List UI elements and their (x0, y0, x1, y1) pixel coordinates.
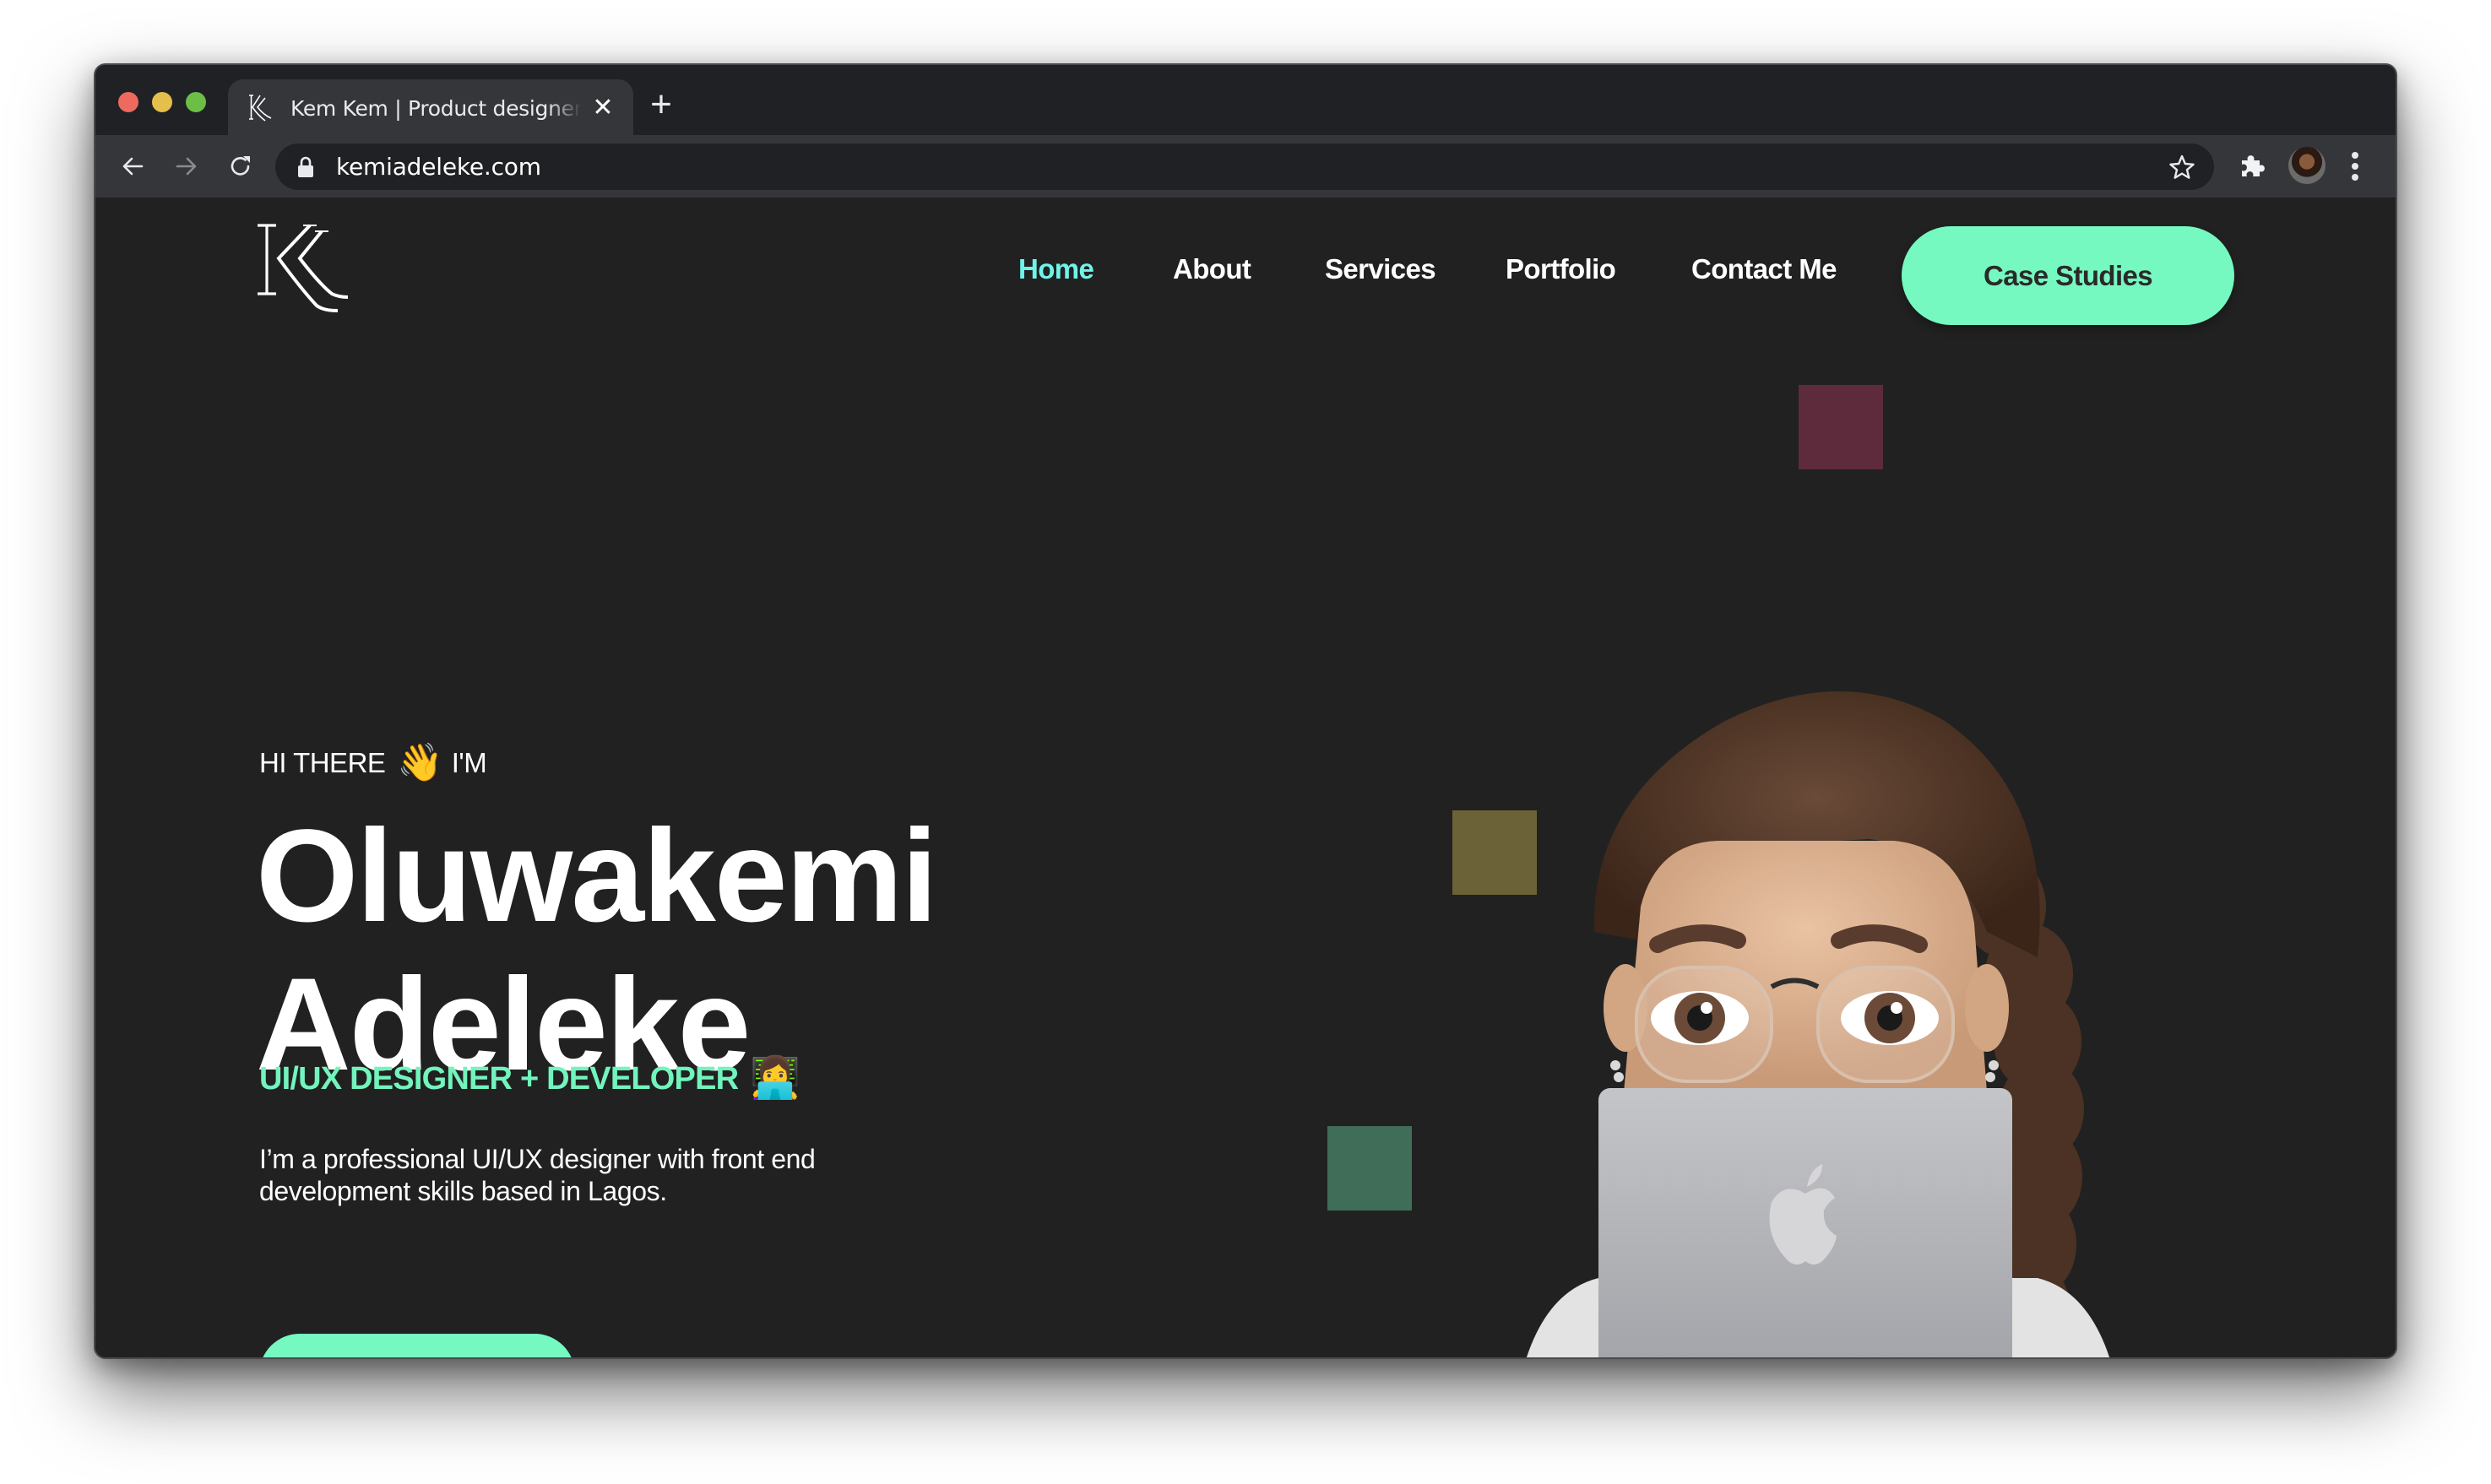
lock-icon (298, 156, 313, 177)
kk-logo-icon (249, 95, 272, 122)
extensions-puzzle-icon[interactable] (2237, 150, 2267, 181)
nav-link-contact[interactable]: Contact Me (1691, 253, 1837, 285)
hero-greeting: HI THERE 👋 I'M (259, 742, 487, 783)
address-bar[interactable]: kemiadeleke.com (275, 144, 2214, 190)
decorative-square-green (1327, 1126, 1412, 1210)
minimize-window-button[interactable] (152, 92, 172, 112)
web-page: Home About Services Portfolio Contact Me… (95, 198, 2396, 1357)
greeting-text: HI THERE (259, 747, 386, 778)
nav-link-services[interactable]: Services (1325, 253, 1436, 285)
maximize-window-button[interactable] (186, 92, 206, 112)
more-menu-icon[interactable] (2348, 152, 2362, 181)
nav-link-about[interactable]: About (1173, 253, 1251, 285)
close-tab-icon[interactable]: ✕ (591, 95, 615, 121)
greeting-suffix: I'M (451, 747, 487, 778)
hero-role: UI/UX DESIGNER + DEVELOPER 👩‍💻 (259, 1059, 800, 1099)
waving-hand-icon: 👋 (397, 742, 443, 783)
memoji-illustration (1526, 691, 2110, 1357)
woman-technologist-icon: 👩‍💻 (750, 1056, 800, 1101)
forward-button[interactable] (170, 149, 204, 183)
reload-icon (231, 156, 250, 176)
new-tab-button[interactable]: + (646, 86, 676, 123)
tab-strip: Kem Kem | Product designer and developer… (95, 65, 2396, 137)
hero-bio: I’m a professional UI/UX designer with f… (259, 1144, 816, 1206)
nav-link-portfolio[interactable]: Portfolio (1506, 253, 1616, 285)
decorative-square-maroon (1799, 385, 1883, 469)
browser-toolbar: kemiadeleke.com (95, 135, 2396, 198)
hero-name: Oluwakemi Adeleke (256, 802, 938, 1099)
browser-tab-active[interactable]: Kem Kem | Product designer and developer… (228, 79, 633, 137)
tab-title: Kem Kem | Product designer and developer (290, 95, 582, 121)
bookmark-star-icon[interactable] (2168, 154, 2195, 181)
nav-link-home[interactable]: Home (1018, 253, 1094, 285)
close-window-button[interactable] (118, 92, 138, 112)
role-text: UI/UX DESIGNER + DEVELOPER (259, 1060, 739, 1097)
reload-button[interactable] (224, 149, 258, 183)
back-arrow-icon (122, 157, 144, 176)
profile-avatar[interactable] (2288, 147, 2325, 184)
forward-arrow-icon (176, 157, 197, 176)
url-text[interactable]: kemiadeleke.com (336, 153, 541, 181)
back-button[interactable] (116, 149, 149, 183)
hire-me-button[interactable]: Hire Me (259, 1334, 575, 1357)
browser-window: Kem Kem | Product designer and developer… (94, 63, 2397, 1359)
hero-name-first: Oluwakemi (256, 803, 938, 950)
case-studies-button[interactable]: Case Studies (1902, 226, 2234, 325)
